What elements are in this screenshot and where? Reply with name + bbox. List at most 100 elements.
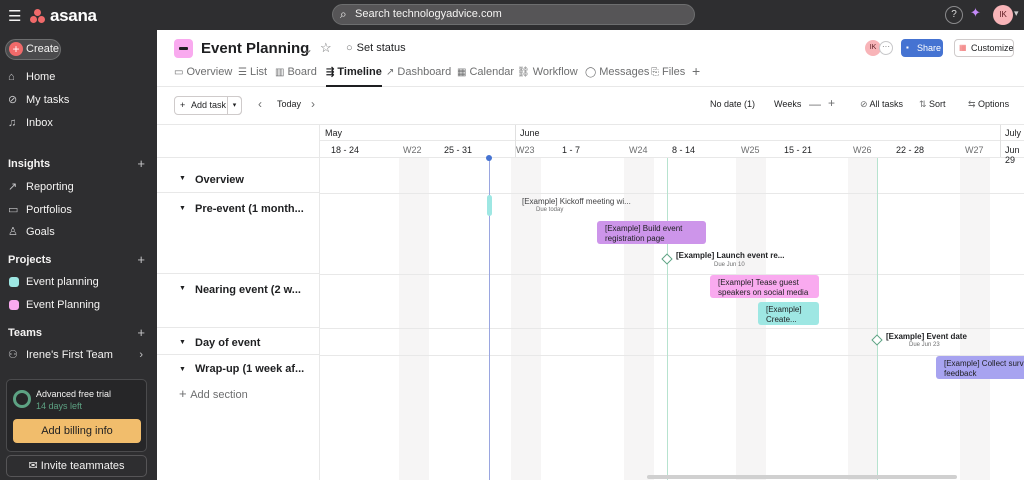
section-row[interactable]: ▼ Overview bbox=[157, 158, 320, 193]
zoom-out-icon[interactable]: — bbox=[809, 97, 821, 111]
caret-down-icon[interactable]: ▼ bbox=[179, 205, 186, 212]
sort-button[interactable]: ⇅ Sort bbox=[919, 99, 946, 110]
chevron-left-icon[interactable]: ‹ bbox=[258, 97, 262, 111]
invite-teammates-button[interactable]: ✉ Invite teammates bbox=[6, 455, 147, 477]
add-section-button[interactable]: + Add section bbox=[179, 386, 248, 401]
insights-header[interactable]: Insights + bbox=[8, 155, 149, 173]
today-marker bbox=[486, 155, 492, 161]
sidebar: + Create ⌂ Home ⊘ My tasks ♫ Inbox Insig… bbox=[0, 30, 157, 480]
task-label[interactable]: [Example] Kickoff meeting wi... bbox=[522, 197, 631, 206]
teams-title: Teams bbox=[8, 327, 43, 339]
user-avatar[interactable]: IK bbox=[993, 5, 1013, 25]
share-button[interactable]: ▪ Share bbox=[901, 39, 943, 57]
caret-down-icon[interactable]: ▼ bbox=[179, 175, 186, 182]
ai-sparkle-icon[interactable]: ✦ bbox=[970, 5, 981, 21]
section-name[interactable]: Overview bbox=[195, 174, 244, 186]
create-button[interactable]: + Create bbox=[5, 39, 61, 60]
tab-board[interactable]: ▥ Board bbox=[275, 66, 317, 87]
tab-calendar[interactable]: ▦ Calendar bbox=[457, 66, 514, 87]
caret-down-icon[interactable]: ▼ bbox=[179, 339, 186, 346]
task-label: registration page bbox=[605, 234, 665, 243]
tab-messages[interactable]: ◯ Messages bbox=[585, 66, 649, 87]
sidebar-item-project-event-planning-2[interactable]: Event Planning bbox=[0, 295, 157, 315]
task-bar-kickoff[interactable] bbox=[487, 195, 492, 216]
add-insight-icon[interactable]: + bbox=[137, 155, 145, 173]
section-name[interactable]: Wrap-up (1 week af... bbox=[195, 363, 304, 375]
teams-header[interactable]: Teams + bbox=[8, 324, 149, 342]
sidebar-item-reporting[interactable]: ↗ Reporting bbox=[0, 177, 157, 197]
more-members-icon[interactable]: ··· bbox=[879, 41, 893, 55]
home-icon: ⌂ bbox=[8, 71, 15, 83]
project-icon[interactable] bbox=[174, 39, 193, 58]
project-title[interactable]: Event Planning bbox=[201, 40, 309, 57]
help-button[interactable]: ? bbox=[945, 6, 963, 24]
asana-logo[interactable]: asana bbox=[30, 6, 97, 26]
task-bar-tease[interactable]: [Example] Tease guest speakers on social… bbox=[710, 275, 819, 298]
section-row[interactable]: ▼ Day of event bbox=[157, 328, 320, 355]
add-tab-icon[interactable]: + bbox=[692, 63, 700, 79]
sidebar-item-inbox[interactable]: ♫ Inbox bbox=[0, 113, 157, 133]
zoom-in-icon[interactable]: + bbox=[828, 96, 835, 110]
no-date-button[interactable]: No date (1) bbox=[710, 99, 755, 109]
tab-label: Messages bbox=[599, 66, 650, 78]
tab-list[interactable]: ☰ List bbox=[238, 66, 267, 87]
set-status-button[interactable]: ○ Set status bbox=[346, 42, 406, 54]
task-label[interactable]: [Example] Event date bbox=[886, 332, 967, 341]
tab-overview[interactable]: ▭ Overview bbox=[174, 66, 232, 87]
project-color-swatch bbox=[9, 300, 19, 310]
today-button[interactable]: Today bbox=[277, 99, 301, 109]
chevron-down-icon[interactable]: ▾ bbox=[1014, 8, 1019, 19]
logo-icon bbox=[30, 9, 46, 23]
add-team-icon[interactable]: + bbox=[137, 324, 145, 342]
zoom-level[interactable]: Weeks bbox=[774, 99, 801, 109]
task-bar-registration[interactable]: [Example] Build event registration page bbox=[597, 221, 706, 244]
task-bar-create[interactable]: [Example] Create... bbox=[758, 302, 819, 325]
sidebar-item-portfolios[interactable]: ▭ Portfolios bbox=[0, 200, 157, 220]
section-row[interactable]: ▼ Pre-event (1 month... bbox=[157, 193, 320, 274]
caret-down-icon[interactable]: ▼ bbox=[179, 366, 186, 373]
section-name[interactable]: Nearing event (2 w... bbox=[195, 284, 301, 296]
trial-progress-ring-icon bbox=[13, 390, 31, 408]
add-task-button[interactable]: + Add task ▾ bbox=[174, 96, 242, 115]
chevron-right-icon[interactable]: › bbox=[139, 345, 143, 365]
add-task-label: Add task bbox=[191, 100, 227, 110]
search-input[interactable]: ⌕ Search technologyadvice.com bbox=[332, 4, 695, 25]
options-icon: ⇆ bbox=[968, 99, 979, 109]
customize-label: Customize bbox=[971, 43, 1014, 53]
horizontal-scrollbar[interactable] bbox=[647, 475, 957, 479]
chevron-right-icon[interactable]: › bbox=[311, 97, 315, 111]
add-project-icon[interactable]: + bbox=[137, 251, 145, 269]
plus-icon: + bbox=[9, 42, 23, 56]
sort-icon: ⇅ bbox=[919, 99, 930, 109]
section-row[interactable]: ▼ Wrap-up (1 week af... bbox=[157, 355, 320, 383]
sidebar-item-project-event-planning[interactable]: Event planning bbox=[0, 272, 157, 292]
month-row: May June July bbox=[320, 125, 1024, 141]
star-icon[interactable]: ☆ bbox=[320, 40, 332, 56]
chevron-down-icon[interactable]: ▾ bbox=[227, 96, 242, 115]
menu-icon[interactable]: ☰ bbox=[8, 7, 21, 25]
sidebar-item-my-tasks[interactable]: ⊘ My tasks bbox=[0, 90, 157, 110]
section-row[interactable]: ▼ Nearing event (2 w... bbox=[157, 274, 320, 328]
tab-workflow[interactable]: ⛓ Workflow bbox=[517, 66, 578, 87]
tab-files[interactable]: ⎘ Files bbox=[651, 66, 685, 87]
sidebar-item-team[interactable]: ⚇ Irene's First Team › bbox=[0, 345, 157, 365]
chevron-down-icon[interactable]: ⌄ bbox=[303, 42, 313, 56]
status-circle-icon: ○ bbox=[346, 42, 353, 54]
sidebar-item-goals[interactable]: ♙ Goals bbox=[0, 222, 157, 242]
caret-down-icon[interactable]: ▼ bbox=[179, 285, 186, 292]
milestone-diamond-icon[interactable] bbox=[661, 253, 673, 265]
task-label[interactable]: [Example] Launch event re... bbox=[676, 251, 784, 260]
customize-button[interactable]: ▦ Customize bbox=[954, 39, 1014, 57]
options-button[interactable]: ⇆ Options bbox=[968, 99, 1009, 110]
tab-timeline[interactable]: ⇶ Timeline bbox=[326, 66, 382, 87]
section-name[interactable]: Pre-event (1 month... bbox=[195, 203, 304, 215]
tab-dashboard[interactable]: ↗ Dashboard bbox=[386, 66, 451, 87]
all-tasks-filter[interactable]: ⊘ All tasks bbox=[860, 99, 903, 110]
insights-title: Insights bbox=[8, 158, 51, 170]
add-billing-button[interactable]: Add billing info bbox=[13, 419, 141, 443]
task-bar-survey[interactable]: [Example] Collect surv feedback bbox=[936, 356, 1024, 379]
folder-icon: ▭ bbox=[8, 204, 19, 216]
section-name[interactable]: Day of event bbox=[195, 337, 260, 349]
projects-header[interactable]: Projects + bbox=[8, 251, 149, 269]
sidebar-item-home[interactable]: ⌂ Home bbox=[0, 67, 157, 87]
